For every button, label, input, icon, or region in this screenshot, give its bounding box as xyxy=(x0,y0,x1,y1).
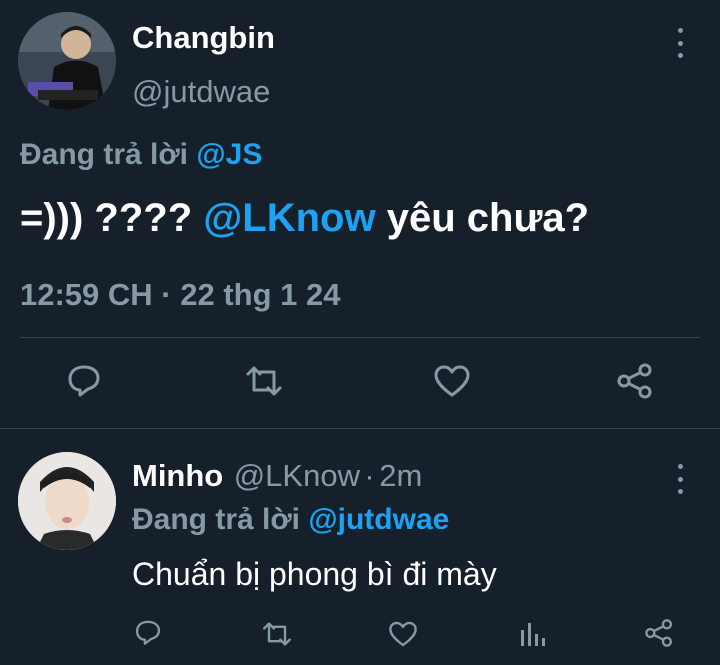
section-divider xyxy=(0,428,720,429)
reply-context: Đang trả lời @JS xyxy=(20,138,262,172)
reply-author-handle[interactable]: @LKnow xyxy=(234,458,360,493)
reply-prefix: Đang trả lời xyxy=(20,138,189,171)
reply-icon xyxy=(135,620,161,645)
tweet-timestamp[interactable]: 12:59 CH · 22 thg 1 24 xyxy=(20,277,340,313)
tweet-text-end: yêu chưa? xyxy=(386,196,590,240)
reply-header: Minho @LKnow · 2m xyxy=(132,458,422,494)
tweet-text-start: =))) ???? xyxy=(20,196,193,240)
author-name[interactable]: Changbin xyxy=(132,20,275,56)
reply-reply-prefix: Đang trả lời xyxy=(132,503,301,536)
retweet-icon xyxy=(246,366,282,396)
analytics-icon xyxy=(521,623,545,646)
reply-reply-mention-link[interactable]: @jutdwae xyxy=(308,503,449,536)
share-icon xyxy=(645,619,673,647)
reply-avatar-photo xyxy=(18,452,116,550)
heart-icon xyxy=(434,365,470,397)
share-button[interactable] xyxy=(616,362,654,400)
mention-link[interactable]: @LKnow xyxy=(203,196,375,240)
author-handle[interactable]: @jutdwae xyxy=(132,74,270,110)
divider xyxy=(20,337,700,338)
reply-avatar[interactable] xyxy=(18,452,116,550)
like-button[interactable] xyxy=(433,364,471,398)
reply-retweet-button[interactable] xyxy=(261,620,293,648)
more-options-button[interactable] xyxy=(668,28,692,58)
reply-text: Chuẩn bị phong bì đi mày xyxy=(132,556,497,592)
reply-button[interactable] xyxy=(66,362,102,398)
reply-like-button[interactable] xyxy=(388,620,418,648)
reply-author-name[interactable]: Minho xyxy=(132,458,223,493)
reply-reply-button[interactable] xyxy=(134,618,162,646)
more-vertical-icon xyxy=(677,464,683,469)
reply-more-options-button[interactable] xyxy=(668,464,692,494)
reply-time[interactable]: 2m xyxy=(379,458,422,493)
heart-icon xyxy=(389,621,417,647)
avatar-photo xyxy=(18,12,116,110)
reply-share-button[interactable] xyxy=(644,618,674,648)
retweet-button[interactable] xyxy=(244,364,284,398)
reply-separator: · xyxy=(364,458,375,493)
more-vertical-icon xyxy=(677,28,683,33)
analytics-button[interactable] xyxy=(518,620,546,648)
reply-icon xyxy=(68,365,100,397)
retweet-icon xyxy=(263,622,291,646)
reply-mention-link[interactable]: @JS xyxy=(196,138,262,171)
avatar[interactable] xyxy=(18,12,116,110)
share-icon xyxy=(617,363,652,399)
reply-reply-context: Đang trả lời @jutdwae xyxy=(132,503,449,537)
tweet-text: =))) ???? @LKnow yêu chưa? xyxy=(20,196,589,241)
